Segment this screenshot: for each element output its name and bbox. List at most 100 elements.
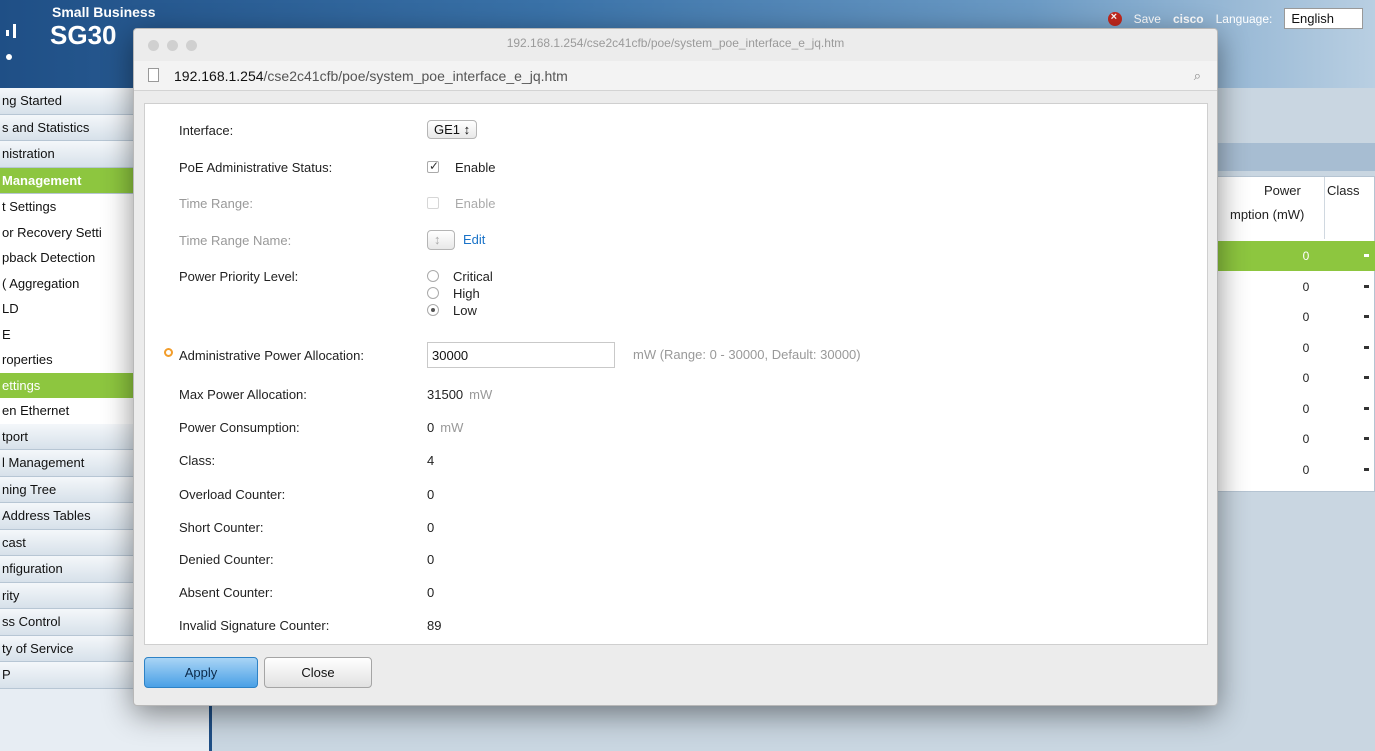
- admin-status-checkbox[interactable]: [427, 159, 439, 173]
- sidebar-item[interactable]: nistration: [0, 141, 134, 168]
- priority-low-radio[interactable]: [427, 304, 439, 316]
- priority-critical-radio[interactable]: [427, 270, 439, 282]
- class-cell-marker: [1364, 376, 1369, 379]
- sidebar-item[interactable]: Management: [0, 167, 134, 194]
- sidebar-item[interactable]: ty of Service: [0, 635, 134, 662]
- power-consumption-cell: 0: [1302, 432, 1310, 446]
- consumption-label: Power Consumption:: [179, 420, 300, 435]
- priority-high-label: High: [453, 286, 480, 301]
- consumption-value: 0: [427, 420, 435, 435]
- power-consumption-cell: 0: [1302, 249, 1310, 263]
- window-title: 192.168.1.254/cse2c41cfb/poe/system_poe_…: [506, 36, 845, 50]
- col-header-class: Class: [1327, 183, 1360, 198]
- class-cell-marker: [1364, 437, 1369, 440]
- sidebar-item[interactable]: ( Aggregation: [0, 270, 134, 296]
- sidebar-item[interactable]: E: [0, 321, 134, 347]
- power-allocation-input[interactable]: [427, 342, 615, 368]
- address-url[interactable]: 192.168.1.254/cse2c41cfb/poe/system_poe_…: [174, 68, 568, 84]
- class-cell-marker: [1364, 467, 1369, 471]
- sidebar-item[interactable]: l Management: [0, 450, 134, 477]
- sidebar-item[interactable]: nfiguration: [0, 556, 134, 583]
- interface-label: Interface:: [179, 123, 234, 138]
- priority-radio-group: Critical High Low: [427, 269, 493, 320]
- close-button[interactable]: Close: [264, 657, 372, 688]
- class-cell-marker: [1364, 254, 1369, 257]
- save-alert-icon[interactable]: [1107, 11, 1122, 26]
- brand-subtitle: Small Business: [52, 4, 156, 20]
- max-alloc-value: 31500: [427, 387, 464, 402]
- sidebar-item[interactable]: cast: [0, 529, 134, 556]
- priority-high-radio[interactable]: [427, 287, 439, 299]
- window-titlebar[interactable]: 192.168.1.254/cse2c41cfb/poe/system_poe_…: [134, 29, 1217, 61]
- short-counter-value: 0: [427, 520, 435, 535]
- class-cell-marker: [1364, 284, 1369, 288]
- sidebar-item[interactable]: ss Control: [0, 609, 134, 636]
- class-cell-marker: [1364, 406, 1369, 410]
- admin-status-label: PoE Administrative Status:: [179, 160, 333, 175]
- url-host: 192.168.1.254: [174, 68, 264, 84]
- sidebar-item[interactable]: or Recovery Setti: [0, 219, 134, 245]
- sidebar-item[interactable]: ettings: [0, 372, 134, 398]
- table-row[interactable]: 0: [1216, 241, 1375, 271]
- invalid-signature-counter-value: 89: [427, 618, 442, 633]
- apply-button[interactable]: Apply: [144, 657, 258, 688]
- time-range-checkbox[interactable]: [427, 197, 439, 209]
- power-consumption-cell: 0: [1302, 279, 1310, 294]
- time-range-name-select[interactable]: ↕: [427, 230, 455, 250]
- sidebar-item[interactable]: rity: [0, 582, 134, 609]
- brand-title: SG30: [50, 20, 117, 50]
- overload-counter-label: Overload Counter:: [179, 487, 286, 502]
- table-row[interactable]: 0: [1216, 394, 1375, 424]
- address-bar[interactable]: 192.168.1.254/cse2c41cfb/poe/system_poe_…: [134, 61, 1217, 91]
- sidebar-item[interactable]: tport: [0, 423, 134, 450]
- table-row[interactable]: 0: [1216, 333, 1375, 363]
- col-header-power: Power: [1264, 183, 1301, 198]
- overload-counter-value: 0: [427, 487, 435, 502]
- max-alloc-unit: mW: [469, 387, 493, 402]
- save-link[interactable]: Save: [1134, 12, 1161, 26]
- table-row[interactable]: 0: [1216, 455, 1375, 485]
- denied-counter-label: Denied Counter:: [179, 552, 274, 567]
- sidebar-item[interactable]: P: [0, 662, 134, 689]
- sidebar-item[interactable]: ning Tree: [0, 476, 134, 503]
- table-row[interactable]: 0: [1216, 363, 1375, 393]
- poe-ports-table: Power mption (mW) Class 0 0 0 0 0 0 0 0: [1215, 176, 1375, 492]
- sidebar-item[interactable]: roperties: [0, 347, 134, 373]
- sidebar-item[interactable]: ng Started: [0, 88, 134, 115]
- time-range-name-label: Time Range Name:: [179, 233, 292, 248]
- select-arrows-icon: ↕: [463, 122, 471, 137]
- interface-select[interactable]: GE1 ↕: [427, 120, 478, 139]
- poe-settings-form: Interface: GE1 ↕ PoE Administrative Stat…: [144, 103, 1208, 645]
- priority-critical-label: Critical: [453, 269, 493, 284]
- sidebar-item[interactable]: LD: [0, 296, 134, 322]
- sidebar-item[interactable]: s and Statistics: [0, 114, 134, 141]
- class-cell-marker: [1364, 345, 1369, 349]
- table-row[interactable]: 0: [1216, 302, 1375, 332]
- time-range-edit-link[interactable]: Edit: [463, 232, 485, 247]
- sidebar-item[interactable]: en Ethernet: [0, 398, 134, 424]
- power-consumption-cell: 0: [1302, 371, 1310, 385]
- priority-low-label: Low: [453, 303, 477, 318]
- absent-counter-label: Absent Counter:: [179, 585, 273, 600]
- sidebar-item[interactable]: Address Tables: [0, 503, 134, 530]
- max-alloc-label: Max Power Allocation:: [179, 387, 307, 402]
- admin-status-enable-label: Enable: [455, 160, 496, 175]
- user-name: cisco: [1172, 11, 1204, 26]
- table-row[interactable]: 0: [1216, 272, 1375, 302]
- table-title-band: [1215, 143, 1375, 171]
- poe-interface-edit-window: 192.168.1.254/cse2c41cfb/poe/system_poe_…: [133, 28, 1218, 706]
- power-consumption-cell: 0: [1302, 401, 1310, 416]
- short-counter-label: Short Counter:: [179, 520, 264, 535]
- search-icon[interactable]: ⌕: [1194, 68, 1201, 84]
- required-field-icon: [164, 348, 173, 357]
- sidebar-item[interactable]: t Settings: [0, 194, 134, 220]
- table-row[interactable]: 0: [1216, 424, 1375, 454]
- denied-counter-value: 0: [427, 552, 435, 567]
- power-consumption-cell: 0: [1302, 462, 1310, 477]
- time-range-enable-label: Enable: [455, 196, 496, 211]
- sidebar-item[interactable]: pback Detection: [0, 245, 134, 271]
- class-cell-marker: [1364, 315, 1369, 318]
- absent-counter-value: 0: [427, 585, 435, 600]
- language-select[interactable]: English: [1284, 8, 1363, 29]
- url-path: /cse2c41cfb/poe/system_poe_interface_e_j…: [263, 68, 568, 84]
